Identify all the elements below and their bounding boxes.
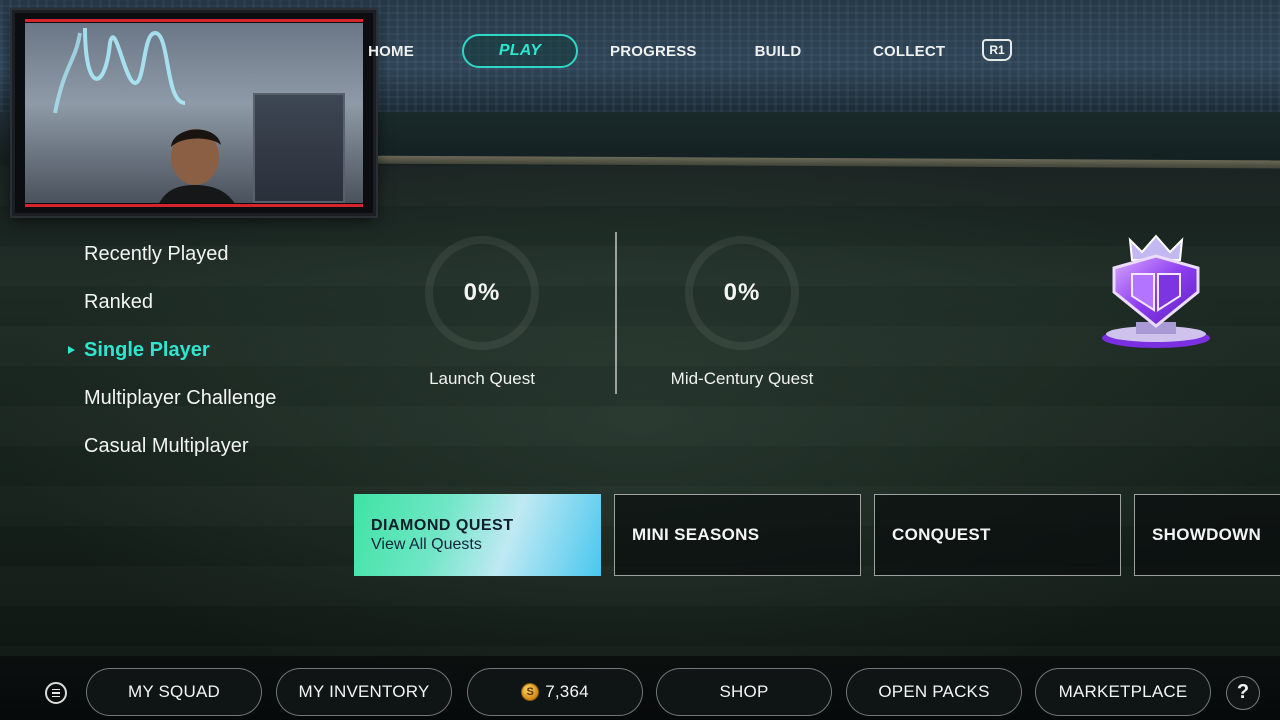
streamer-webcam-overlay [12,10,376,216]
my-inventory-button[interactable]: MY INVENTORY [276,668,452,716]
card-title: DIAMOND QUEST [371,516,514,534]
diamond-quest-trophy-icon [1102,234,1210,348]
menu-item-recently-played[interactable]: Recently Played [68,238,358,286]
menu-item-label: Casual Multiplayer [84,435,249,457]
menu-item-label: Single Player [84,339,210,361]
nav-tab-progress[interactable]: PROGRESS [610,43,696,60]
menu-item-multiplayer-challenge[interactable]: Multiplayer Challenge [68,382,358,430]
webcam-feed [25,23,363,203]
menu-item-label: Recently Played [84,243,229,265]
nav-tab-play[interactable]: PLAY [462,34,578,68]
outfield-wall [360,112,1280,160]
mini-seasons-card[interactable]: MINI SEASONS [614,494,861,576]
quest-percent: 0% [723,279,761,306]
quest-name: Mid-Century Quest [670,369,814,388]
shop-button[interactable]: SHOP [656,668,832,716]
stubs-coin-icon: S [521,683,540,701]
menu-item-casual-multiplayer[interactable]: Casual Multiplayer [68,430,358,478]
play-mode-menu: Recently Played Ranked Single Player Mul… [68,238,358,478]
quest-percent: 0% [463,279,501,306]
menu-item-label: Ranked [84,291,153,313]
neon-light-decoration [53,27,186,113]
webcam-frame-stripe-bottom [25,204,363,207]
card-subtitle: View All Quests [371,535,482,553]
stubs-balance-button[interactable]: S 7,364 [467,668,643,716]
marketplace-button[interactable]: MARKETPLACE [1035,668,1211,716]
menu-item-ranked[interactable]: Ranked [68,286,358,334]
card-title: SHOWDOWN [1152,525,1262,544]
selected-arrow-icon [68,346,75,354]
stubs-balance: 7,364 [545,682,589,701]
r1-button-icon[interactable]: R1 [982,39,1012,61]
launch-quest-progress[interactable]: 0% Launch Quest [382,232,582,402]
my-squad-button[interactable]: MY SQUAD [86,668,262,716]
streamer-person [159,129,235,203]
webcam-frame-stripe-top [25,19,363,22]
nav-tab-collect[interactable]: COLLECT [873,43,945,60]
help-button[interactable]: ? [1226,676,1260,710]
menu-item-label: Multiplayer Challenge [84,387,277,409]
quest-name: Launch Quest [429,369,535,388]
conquest-card[interactable]: CONQUEST [874,494,1121,576]
options-menu-icon[interactable] [45,682,67,704]
menu-item-single-player[interactable]: Single Player [68,334,358,382]
nav-tab-build[interactable]: BUILD [753,43,803,60]
storage-shelf [253,93,345,203]
open-packs-button[interactable]: OPEN PACKS [846,668,1022,716]
card-title: CONQUEST [892,525,991,544]
quest-divider [615,232,617,394]
card-title: MINI SEASONS [632,525,760,544]
showdown-card[interactable]: SHOWDOWN [1134,494,1280,576]
diamond-quest-card[interactable]: DIAMOND QUEST View All Quests [354,494,601,576]
nav-tab-home[interactable]: HOME [368,43,414,60]
mid-century-quest-progress[interactable]: 0% Mid-Century Quest [642,232,842,402]
